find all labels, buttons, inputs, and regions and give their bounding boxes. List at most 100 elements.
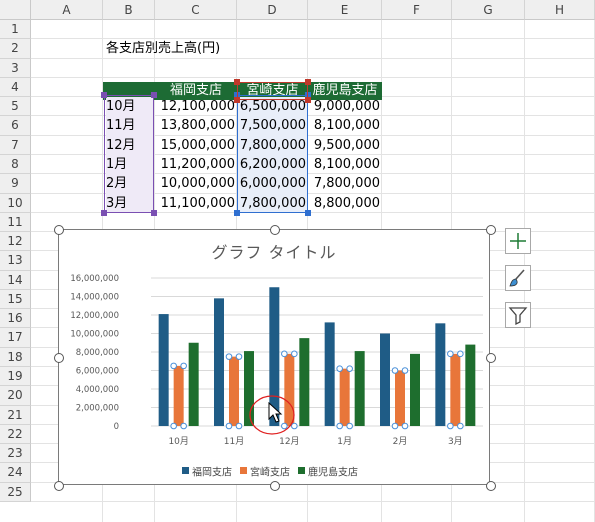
column-header[interactable]: A [31,0,103,20]
row-header[interactable]: 3 [0,58,31,78]
row-header[interactable]: 18 [0,347,31,368]
range-handle[interactable] [305,79,311,85]
range-handle[interactable] [151,92,157,99]
value-cell[interactable]: 15,000,000 [155,136,237,155]
row-header[interactable]: 16 [0,309,31,329]
series-selection-handle[interactable] [447,350,454,358]
chart-elements-button[interactable] [505,228,531,254]
series-selection-handle[interactable] [291,350,298,358]
plot-area[interactable]: 0 2,000,000 4,000,000 6,000,000 8,000,000 10,… [59,230,491,486]
chart-bar[interactable] [465,344,476,426]
select-all-corner[interactable] [0,0,31,20]
row-header[interactable]: 12 [0,232,31,252]
row-header[interactable]: 2 [0,39,31,59]
chart-bar[interactable] [339,368,350,426]
value-cell[interactable]: 8,800,000 [308,194,382,213]
row-header[interactable]: 22 [0,424,31,445]
row-header[interactable]: 7 [0,135,31,155]
range-handle[interactable] [305,97,311,103]
series-selection-handle[interactable] [391,367,399,374]
range-handle[interactable] [305,209,311,216]
row-header[interactable]: 25 [0,482,31,502]
row-header[interactable]: 5 [0,97,31,117]
chart-bar[interactable] [214,298,224,426]
chart-resize-handle[interactable] [486,481,496,491]
column-header[interactable]: H [525,0,595,20]
series-selection-handle[interactable] [235,422,243,430]
series-selection-handle[interactable] [281,350,288,358]
series-selection-handle[interactable] [180,362,187,370]
legend-item[interactable]: 鹿児島支店 [298,466,358,478]
column-header[interactable]: G [452,0,525,20]
column-header[interactable]: F [382,0,452,20]
series-selection-handle[interactable] [170,422,177,430]
row-header[interactable]: 13 [0,251,31,271]
row-header[interactable]: 10 [0,193,31,213]
range-handle[interactable] [101,209,107,216]
legend-item[interactable]: 福岡支店 [182,466,232,478]
row-header[interactable]: 23 [0,444,31,464]
chart-resize-handle[interactable] [270,225,280,235]
range-handle[interactable] [234,97,240,103]
column-header[interactable]: D [237,0,308,20]
value-cell[interactable]: 11,200,000 [155,155,237,174]
row-header[interactable]: 21 [0,405,31,425]
chart-resize-handle[interactable] [54,481,64,491]
chart-styles-button[interactable] [505,265,531,291]
chart-bar[interactable] [354,351,365,426]
value-cell[interactable]: 9,500,000 [308,136,382,155]
series-selection-handle[interactable] [225,422,233,430]
chart-bar[interactable] [410,353,420,426]
series-selection-handle[interactable] [447,422,454,430]
row-header[interactable]: 1 [0,20,31,40]
value-cell[interactable]: 8,100,000 [308,116,382,135]
column-header[interactable]: B [103,0,155,20]
value-cell[interactable]: 7,800,000 [308,174,382,193]
series-selection-handle[interactable] [401,422,409,430]
range-handle[interactable] [234,79,240,85]
value-cell[interactable]: 11,100,000 [155,194,237,213]
chart-legend[interactable]: 福岡支店 宮崎支店 鹿児島支店 [59,463,489,478]
row-header[interactable]: 15 [0,289,31,310]
chart-resize-handle[interactable] [486,353,496,363]
chart-bar[interactable] [158,314,169,426]
chart-bar[interactable] [188,342,199,426]
series-selection-handle[interactable] [235,353,243,360]
column-header[interactable]: C [155,0,237,20]
row-header[interactable]: 9 [0,174,31,194]
row-header[interactable]: 24 [0,463,31,483]
chart-bar[interactable] [380,333,390,427]
series-selection-handle[interactable] [170,362,177,370]
chart-bar[interactable] [299,338,310,426]
row-header[interactable]: 6 [0,116,31,136]
series-selection-handle[interactable] [336,365,343,372]
chart-bar[interactable] [435,323,446,426]
series-selection-handle[interactable] [346,365,353,372]
row-header[interactable]: 11 [0,212,31,233]
row-header[interactable]: 4 [0,77,31,98]
row-header[interactable]: 20 [0,386,31,406]
sheet-title[interactable]: 各支店別売上高(円) [106,39,220,58]
chart-bar[interactable] [173,365,184,426]
series-selection-handle[interactable] [336,422,343,430]
series-selection-handle[interactable] [180,422,187,430]
series-selection-handle[interactable] [457,350,464,358]
value-cell[interactable]: 8,100,000 [308,155,382,174]
row-header[interactable]: 17 [0,328,31,348]
series-selection-handle[interactable] [457,422,464,430]
range-handle[interactable] [234,209,240,216]
chart-bar[interactable] [450,353,461,426]
series-selection-handle[interactable] [401,367,409,374]
series-selection-handle[interactable] [391,422,399,430]
chart-resize-handle[interactable] [54,225,64,235]
row-header[interactable]: 14 [0,270,31,290]
row-header[interactable]: 8 [0,154,31,175]
value-cell[interactable]: 12,100,000 [155,97,237,116]
legend-item[interactable]: 宮崎支店 [240,466,290,478]
chart-bar[interactable] [229,356,239,426]
chart-bar[interactable] [395,370,405,427]
chart-bar[interactable] [324,322,335,426]
row-header[interactable]: 19 [0,367,31,387]
value-cell[interactable]: 9,000,000 [308,97,382,116]
series-selection-handle[interactable] [225,353,233,360]
